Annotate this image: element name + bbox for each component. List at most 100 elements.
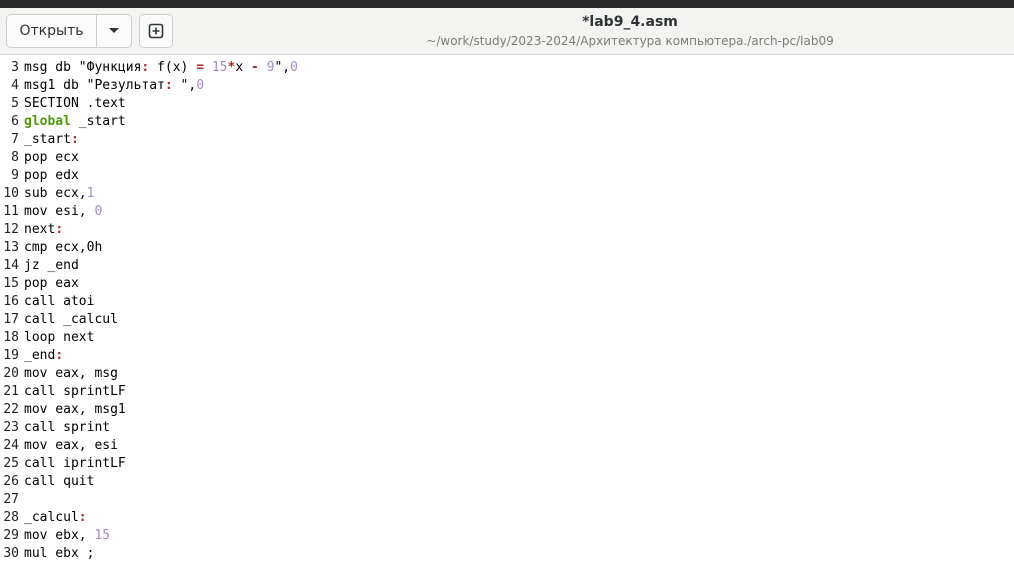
code-text: call sprintLF xyxy=(24,383,126,401)
token-num: 15 xyxy=(211,60,228,75)
code-text: _calcul: xyxy=(24,509,87,527)
code-line[interactable]: 25 call iprintLF xyxy=(0,455,125,473)
code-line[interactable]: 22 mov eax, msg1 xyxy=(0,401,125,419)
document-path: ~/work/study/2023-2024/Архитектура компь… xyxy=(426,34,834,48)
code-editor[interactable]: 3 msg db "Функция: f(x) = 15*x - 9",0 4 msg… xyxy=(0,56,1014,563)
code-line[interactable]: 15 pop eax xyxy=(0,275,78,293)
token-op: : xyxy=(55,222,64,237)
token: mov eax, msg xyxy=(24,366,118,381)
code-line[interactable]: 27 xyxy=(0,491,19,509)
open-button-group: Открыть xyxy=(6,14,132,48)
code-line[interactable]: 28 _calcul: xyxy=(0,509,86,527)
new-tab-button[interactable] xyxy=(139,14,173,48)
code-text: loop next xyxy=(24,329,94,347)
line-number: 23 xyxy=(3,420,19,435)
code-line[interactable]: 30 mul ebx ; xyxy=(0,545,94,563)
token-num: 15 xyxy=(94,528,111,543)
token: call atoi xyxy=(24,294,95,309)
token-num: 0 xyxy=(196,78,205,93)
code-line[interactable]: 12 next: xyxy=(0,221,63,239)
code-line[interactable]: 29 mov ebx, 15 xyxy=(0,527,110,545)
token: mov esi, xyxy=(24,204,95,219)
code-text: mov ebx, 15 xyxy=(24,527,110,545)
code-line[interactable]: 4 msg1 db "Результат: ",0 xyxy=(0,77,204,95)
code-line[interactable]: 6 global _start xyxy=(0,113,126,131)
token: mov eax, msg1 xyxy=(24,402,126,417)
code-line[interactable]: 24 mov eax, esi xyxy=(0,437,118,455)
new-tab-icon xyxy=(148,23,164,39)
line-number: 22 xyxy=(3,402,19,417)
code-text: global _start xyxy=(24,113,126,131)
line-number: 6 xyxy=(11,114,19,129)
token: call iprintLF xyxy=(24,456,126,471)
code-line[interactable]: 14 jz _end xyxy=(0,257,78,275)
token: f(x) xyxy=(149,60,197,75)
code-line[interactable]: 19 _end: xyxy=(0,347,63,365)
token: _start xyxy=(70,114,126,129)
line-number: 16 xyxy=(3,294,19,309)
code-text: call atoi xyxy=(24,293,94,311)
token-op: : xyxy=(55,348,64,363)
code-line[interactable]: 20 mov eax, msg xyxy=(0,365,118,383)
code-line[interactable]: 3 msg db "Функция: f(x) = 15*x - 9",0 xyxy=(0,59,298,77)
token: call sprint xyxy=(24,420,111,435)
token: sub ecx, xyxy=(24,186,87,201)
line-number: 17 xyxy=(3,312,19,327)
code-line[interactable]: 17 call _calcul xyxy=(0,311,118,329)
token: pop edx xyxy=(24,168,79,183)
line-number: 15 xyxy=(3,276,19,291)
code-text: call quit xyxy=(24,473,94,491)
line-number: 24 xyxy=(3,438,19,453)
line-number: 30 xyxy=(3,546,19,561)
token: mov eax, esi xyxy=(24,438,118,453)
token: _calcul xyxy=(24,510,79,525)
token: msg1 db "Результат xyxy=(24,78,165,93)
line-number: 9 xyxy=(11,168,19,183)
line-number: 25 xyxy=(3,456,19,471)
token: next xyxy=(24,222,56,237)
code-line[interactable]: 11 mov esi, 0 xyxy=(0,203,102,221)
open-button[interactable]: Открыть xyxy=(7,15,97,47)
line-number: 13 xyxy=(3,240,19,255)
token: SECTION .text xyxy=(24,96,126,111)
code-text: mov eax, esi xyxy=(24,437,118,455)
line-number: 3 xyxy=(11,60,19,75)
code-line[interactable]: 13 cmp ecx,0h xyxy=(0,239,102,257)
code-text: jz _end xyxy=(24,257,79,275)
code-line[interactable]: 10 sub ecx,1 xyxy=(0,185,94,203)
open-dropdown-button[interactable] xyxy=(97,15,131,47)
code-line[interactable]: 18 loop next xyxy=(0,329,94,347)
top-system-strip xyxy=(0,0,1014,8)
token-op: = xyxy=(196,60,205,75)
code-text: pop edx xyxy=(24,167,79,185)
code-text: call _calcul xyxy=(24,311,118,329)
code-line[interactable]: 8 pop ecx xyxy=(0,149,79,167)
line-number: 19 xyxy=(3,348,19,363)
token: msg db "Функция xyxy=(24,60,142,75)
token-op: : xyxy=(78,510,87,525)
token: pop eax xyxy=(24,276,79,291)
line-number: 18 xyxy=(3,330,19,345)
document-title: *lab9_4.asm xyxy=(582,14,678,30)
code-text: mov esi, 0 xyxy=(24,203,102,221)
line-number: 20 xyxy=(3,366,19,381)
token-op: : xyxy=(70,132,79,147)
code-text: pop eax xyxy=(24,275,79,293)
token: call quit xyxy=(24,474,95,489)
code-line[interactable]: 23 call sprint xyxy=(0,419,110,437)
line-number: 21 xyxy=(3,384,19,399)
code-line[interactable]: 26 call quit xyxy=(0,473,94,491)
token: _end xyxy=(24,348,56,363)
token: pop ecx xyxy=(24,150,79,165)
line-number: 28 xyxy=(3,510,19,525)
code-line[interactable]: 16 call atoi xyxy=(0,293,94,311)
line-number: 4 xyxy=(11,78,19,93)
code-text: mov eax, msg xyxy=(24,365,118,383)
line-number: 8 xyxy=(11,150,19,165)
code-line[interactable]: 7 _start: xyxy=(0,131,79,149)
code-line[interactable]: 21 call sprintLF xyxy=(0,383,125,401)
code-line[interactable]: 9 pop edx xyxy=(0,167,79,185)
code-text: pop ecx xyxy=(24,149,79,167)
line-number: 10 xyxy=(3,186,19,201)
code-line[interactable]: 5 SECTION .text xyxy=(0,95,126,113)
